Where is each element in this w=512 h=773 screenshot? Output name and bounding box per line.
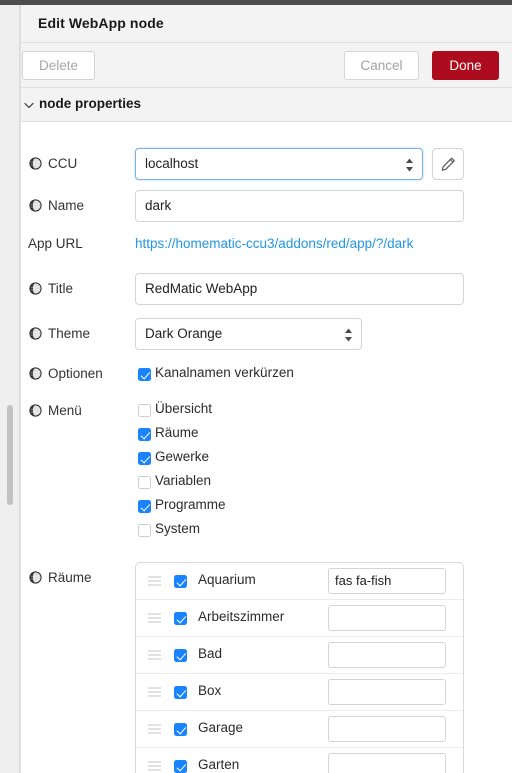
chevron-down-icon [22,98,36,112]
globe-icon [29,404,42,417]
checkbox-menu-gewerke[interactable] [138,452,151,465]
table-row[interactable]: Arbeitszimmer [136,600,463,637]
table-row[interactable]: Aquarium fas fa-fish [136,563,463,600]
field-label-menu: Menü [48,403,82,418]
field-row-menu: Menü Übersicht Räume Gewerke Variablen P… [21,399,512,539]
field-row-ccu: CCU localhost [21,148,512,180]
globe-icon [29,199,42,212]
row-icon-input[interactable]: fas fa-fish [328,568,446,594]
table-row[interactable]: Garten [136,748,463,773]
chevron-updown-icon [344,327,353,343]
row-label: Box [198,683,222,698]
drag-handle-icon[interactable] [148,650,161,660]
checkbox-menu-system[interactable] [138,524,151,537]
field-label-theme: Theme [48,326,91,341]
field-label-raeume: Räume [48,570,92,585]
table-row[interactable]: Bad [136,637,463,674]
globe-icon [29,157,42,170]
globe-icon [29,367,42,380]
checkbox-label-menu-uebersicht: Übersicht [155,401,213,416]
checkbox-menu-variablen[interactable] [138,476,151,489]
row-checkbox[interactable] [174,612,187,625]
row-icon-input[interactable] [328,642,446,668]
field-label-app-url: App URL [28,236,83,251]
chevron-updown-icon [405,157,414,173]
globe-icon [29,327,42,340]
field-label-ccu: CCU [48,156,78,171]
field-label-title: Title [48,281,74,296]
theme-select[interactable]: Dark Orange [135,318,362,350]
field-label-optionen: Optionen [48,366,103,381]
row-icon-input[interactable] [328,753,446,773]
theme-select-value: Dark Orange [145,326,223,341]
title-input[interactable]: RedMatic WebApp [135,273,464,305]
name-input[interactable]: dark [135,190,464,222]
node-properties-form: CCU localhost Name dark App URL https://… [21,122,512,773]
delete-button[interactable]: Delete [22,51,95,80]
field-row-raeume: Räume Aquarium fas fa-fish Arbeitszimmer [21,562,512,773]
row-icon-input[interactable] [328,716,446,742]
edit-ccu-button[interactable] [432,148,464,180]
row-icon-input[interactable] [328,679,446,705]
row-checkbox[interactable] [174,649,187,662]
field-row-app-url: App URL https://homematic-ccu3/addons/re… [21,234,512,256]
globe-icon [29,282,42,295]
row-label: Garage [198,720,244,735]
done-button[interactable]: Done [432,51,499,80]
field-row-name: Name dark [21,190,512,222]
dialog-panel: Edit WebApp node Delete Cancel Done node… [20,5,512,773]
checkbox-label-kanalnamen-verkuerzen: Kanalnamen verkürzen [155,365,294,380]
checkbox-kanalnamen-verkuerzen[interactable] [138,368,151,381]
row-label: Aquarium [198,572,256,587]
checkbox-label-menu-variablen: Variablen [155,473,212,488]
field-label-name: Name [48,198,85,213]
checkbox-menu-raeume[interactable] [138,428,151,441]
row-icon-input[interactable] [328,605,446,631]
app-url-link[interactable]: https://homematic-ccu3/addons/red/app/?/… [135,236,413,251]
row-checkbox[interactable] [174,575,187,588]
drag-handle-icon[interactable] [148,576,161,586]
ccu-select-value: localhost [145,156,199,171]
checkbox-label-menu-programme: Programme [155,497,226,512]
checkbox-label-menu-raeume: Räume [155,425,199,440]
row-label: Arbeitszimmer [198,609,285,624]
ccu-select[interactable]: localhost [135,148,423,180]
row-checkbox[interactable] [174,686,187,699]
checkbox-label-menu-gewerke: Gewerke [155,449,210,464]
scrollbar-thumb[interactable] [7,405,13,505]
table-row[interactable]: Garage [136,711,463,748]
row-checkbox[interactable] [174,723,187,736]
page-title: Edit WebApp node [38,15,164,31]
drag-handle-icon[interactable] [148,613,161,623]
scrollbar-track[interactable] [0,5,20,773]
field-row-optionen: Optionen Kanalnamen verkürzen [21,362,512,388]
checkbox-menu-programme[interactable] [138,500,151,513]
pencil-icon [441,157,455,171]
row-label: Bad [198,646,223,661]
row-checkbox[interactable] [174,760,187,773]
dialog-button-bar: Delete Cancel Done [21,43,512,88]
globe-icon [29,571,42,584]
drag-handle-icon[interactable] [148,687,161,697]
field-row-title: Title RedMatic WebApp [21,273,512,305]
dialog-titlebar: Edit WebApp node [21,5,512,43]
checkbox-menu-uebersicht[interactable] [138,404,151,417]
checkbox-label-menu-system: System [155,521,201,536]
section-title: node properties [39,96,142,111]
row-label: Garten [198,757,240,772]
drag-handle-icon[interactable] [148,761,161,771]
drag-handle-icon[interactable] [148,724,161,734]
node-properties-header[interactable]: node properties [21,88,512,122]
raeume-list: Aquarium fas fa-fish Arbeitszimmer Bad B… [135,562,464,773]
field-row-theme: Theme Dark Orange [21,318,512,350]
edit-node-dialog: Edit WebApp node Delete Cancel Done node… [0,0,512,773]
cancel-button[interactable]: Cancel [344,51,419,80]
table-row[interactable]: Box [136,674,463,711]
